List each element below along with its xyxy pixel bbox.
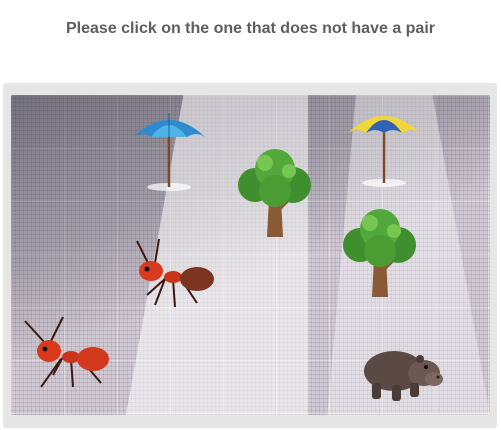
ant-left-icon[interactable] [19, 313, 119, 393]
instruction-text: Please click on the one that does not ha… [66, 20, 435, 37]
ant-center-icon[interactable] [119, 235, 219, 315]
tree-top-icon[interactable] [231, 147, 319, 242]
hippo-icon[interactable] [356, 335, 446, 405]
umbrella-yellow-icon[interactable] [344, 103, 424, 189]
tree-right-icon[interactable] [336, 207, 424, 302]
umbrella-blue-icon[interactable] [129, 107, 209, 193]
captcha-canvas [11, 95, 490, 415]
